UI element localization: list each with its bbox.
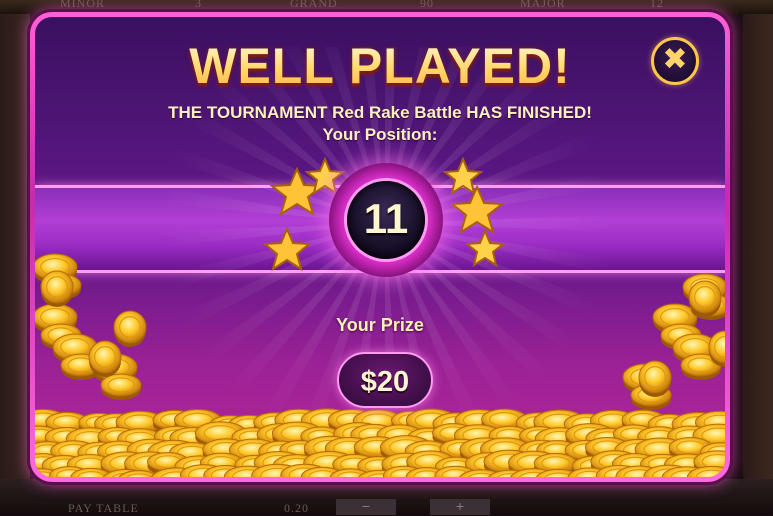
jackpot-minor-value: 3 xyxy=(195,0,202,10)
bet-plus-button[interactable]: + xyxy=(430,499,490,515)
game-left-frame xyxy=(0,14,30,479)
close-icon: ✖ xyxy=(662,42,688,77)
jackpot-grand-value: 90 xyxy=(420,0,434,10)
bottom-control-bar: PAY TABLE 0.20 − + xyxy=(0,479,773,515)
game-right-frame xyxy=(743,14,773,479)
star-icon xyxy=(464,229,506,268)
dialog-title: WELL PLAYED! xyxy=(35,37,725,95)
pay-table-button[interactable]: PAY TABLE xyxy=(68,501,139,516)
position-value: 11 xyxy=(363,195,409,242)
dialog-body: WELL PLAYED! THE TOURNAMENT Red Rake Bat… xyxy=(35,17,725,477)
star-icon xyxy=(262,227,312,271)
prize-badge: $20 xyxy=(337,352,433,408)
jackpot-minor-label: MINOR xyxy=(60,0,106,10)
your-prize-label: Your Prize xyxy=(336,315,424,335)
bet-minus-button[interactable]: − xyxy=(336,499,396,515)
close-button[interactable]: ✖ xyxy=(651,37,699,85)
your-position-label: Your Position: xyxy=(322,125,438,144)
jackpot-major-label: MAJOR xyxy=(520,0,566,10)
position-medal-core: 11 xyxy=(347,181,425,259)
jackpot-grand-label: GRAND xyxy=(290,0,338,10)
jackpot-major-value: 12 xyxy=(650,0,664,10)
tournament-result-dialog: WELL PLAYED! THE TOURNAMENT Red Rake Bat… xyxy=(30,12,730,482)
position-medal: 11 xyxy=(329,163,443,277)
prize-amount: $20 xyxy=(360,366,410,398)
tournament-finished-message: THE TOURNAMENT Red Rake Battle HAS FINIS… xyxy=(168,103,592,122)
bet-value: 0.20 xyxy=(284,501,309,515)
